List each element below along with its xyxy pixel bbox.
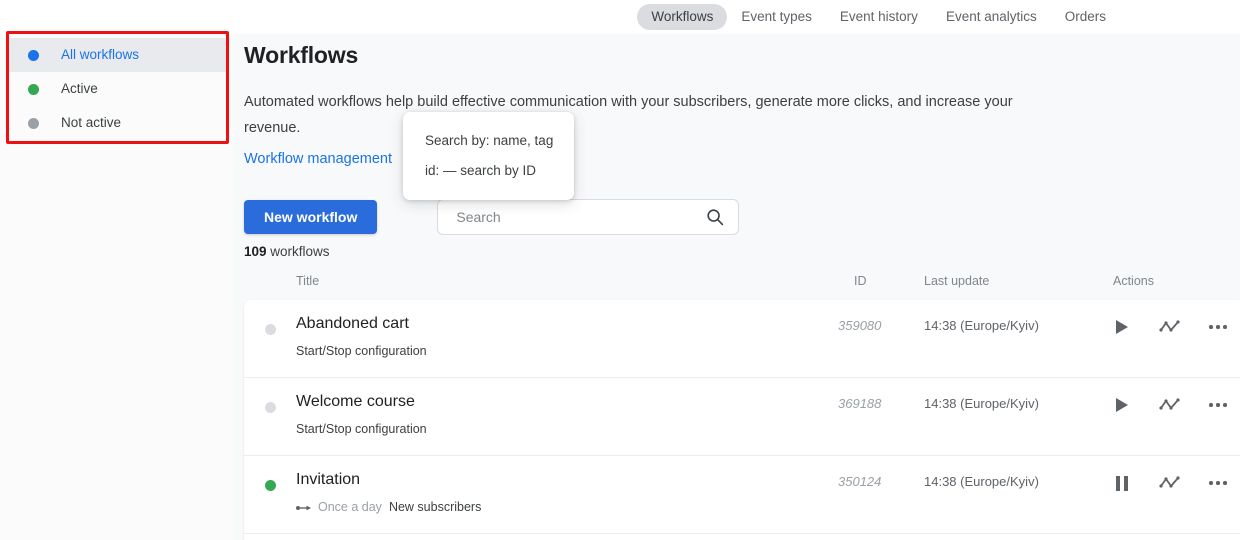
- tab-event-history[interactable]: Event history: [826, 4, 932, 30]
- table-header: Title ID Last update Actions: [244, 274, 1240, 300]
- row-title[interactable]: Abandoned cart: [296, 315, 409, 333]
- tab-event-analytics[interactable]: Event analytics: [932, 4, 1051, 30]
- new-workflow-button[interactable]: New workflow: [244, 200, 378, 234]
- workflow-count-number: 109: [244, 244, 267, 259]
- row-subtitle: Start/Stop configuration: [296, 422, 427, 436]
- table-row[interactable]: Invitation Once a day New subscribers 35…: [244, 456, 1240, 534]
- status-dot-active-icon: [28, 83, 39, 95]
- row-id: 359080: [838, 318, 882, 333]
- search-help-tooltip: Search by: name, tag id: — search by ID: [403, 112, 574, 200]
- workflow-table: Abandoned cart Start/Stop configuration …: [244, 300, 1240, 540]
- row-trigger: New subscribers: [388, 500, 482, 514]
- pause-icon[interactable]: [1109, 470, 1135, 496]
- more-options-icon[interactable]: [1205, 314, 1231, 340]
- row-actions: [1109, 470, 1231, 496]
- column-header-id: ID: [854, 274, 867, 288]
- more-options-icon[interactable]: [1205, 470, 1231, 496]
- row-actions: [1109, 314, 1231, 340]
- statistics-icon[interactable]: [1157, 392, 1183, 418]
- statistics-icon[interactable]: [1157, 470, 1183, 496]
- row-id: 350124: [838, 474, 882, 489]
- tab-event-types[interactable]: Event types: [727, 4, 826, 30]
- play-icon[interactable]: [1109, 392, 1135, 418]
- column-header-last-update: Last update: [924, 274, 990, 288]
- tab-list: Workflows Event types Event history Even…: [637, 4, 1120, 30]
- sidebar: All workflows Active Not active: [0, 34, 233, 540]
- row-schedule: Once a day: [318, 500, 382, 514]
- status-dot-inactive-icon: [28, 117, 39, 129]
- sidebar-filter-list: All workflows Active Not active: [8, 38, 227, 140]
- row-last-update: 14:38 (Europe/Kyiv): [924, 474, 1039, 489]
- sidebar-item-label: Not active: [61, 115, 122, 131]
- row-status-dot-icon: [265, 402, 276, 413]
- status-dot-all-icon: [28, 49, 39, 61]
- row-title[interactable]: Invitation: [296, 471, 360, 489]
- column-header-title: Title: [296, 274, 320, 288]
- workflow-count: 109 workflows: [244, 244, 330, 259]
- trigger-arrow-icon: [296, 502, 311, 512]
- table-row[interactable]: Welcome course Start/Stop configuration …: [244, 378, 1240, 456]
- sidebar-item-all-workflows[interactable]: All workflows: [8, 38, 227, 72]
- row-last-update: 14:38 (Europe/Kyiv): [924, 396, 1039, 411]
- sidebar-item-not-active[interactable]: Not active: [8, 106, 227, 140]
- search-field[interactable]: [437, 199, 740, 235]
- workflows-page: Workflows Event types Event history Even…: [0, 0, 1240, 540]
- tooltip-line-id: id: — search by ID: [425, 163, 537, 178]
- table-row[interactable]: [244, 534, 1240, 540]
- tab-orders[interactable]: Orders: [1051, 4, 1120, 30]
- row-actions: [1109, 392, 1231, 418]
- row-subtitle: Once a day New subscribers: [296, 500, 481, 514]
- table-row[interactable]: Abandoned cart Start/Stop configuration …: [244, 300, 1240, 378]
- more-options-icon[interactable]: [1205, 392, 1231, 418]
- main-content: Workflows Automated workflows help build…: [233, 34, 1240, 540]
- tooltip-line-name-tag: Search by: name, tag: [425, 133, 554, 148]
- row-title[interactable]: Welcome course: [296, 393, 415, 411]
- workflow-management-link[interactable]: Workflow management: [244, 151, 392, 167]
- tab-workflows[interactable]: Workflows: [637, 4, 728, 30]
- row-id: 369188: [838, 396, 882, 411]
- sidebar-item-active[interactable]: Active: [8, 72, 227, 106]
- row-subtitle-text: Start/Stop configuration: [296, 422, 427, 436]
- search-icon[interactable]: [706, 208, 724, 226]
- row-last-update: 14:38 (Europe/Kyiv): [924, 318, 1039, 333]
- top-navigation: Workflows Event types Event history Even…: [0, 0, 1240, 34]
- play-icon[interactable]: [1109, 314, 1135, 340]
- sidebar-item-label: All workflows: [61, 47, 140, 63]
- workflow-count-label: workflows: [270, 244, 330, 259]
- page-title: Workflows: [244, 42, 359, 68]
- row-subtitle-text: Start/Stop configuration: [296, 344, 427, 358]
- column-header-actions: Actions: [1113, 274, 1154, 288]
- page-description: Automated workflows help build effective…: [244, 94, 1013, 136]
- row-status-dot-icon: [265, 480, 276, 491]
- sidebar-item-label: Active: [61, 81, 98, 97]
- row-subtitle: Start/Stop configuration: [296, 344, 427, 358]
- action-bar: New workflow: [244, 199, 740, 235]
- row-status-dot-icon: [265, 324, 276, 335]
- search-input[interactable]: [438, 200, 689, 234]
- statistics-icon[interactable]: [1157, 314, 1183, 340]
